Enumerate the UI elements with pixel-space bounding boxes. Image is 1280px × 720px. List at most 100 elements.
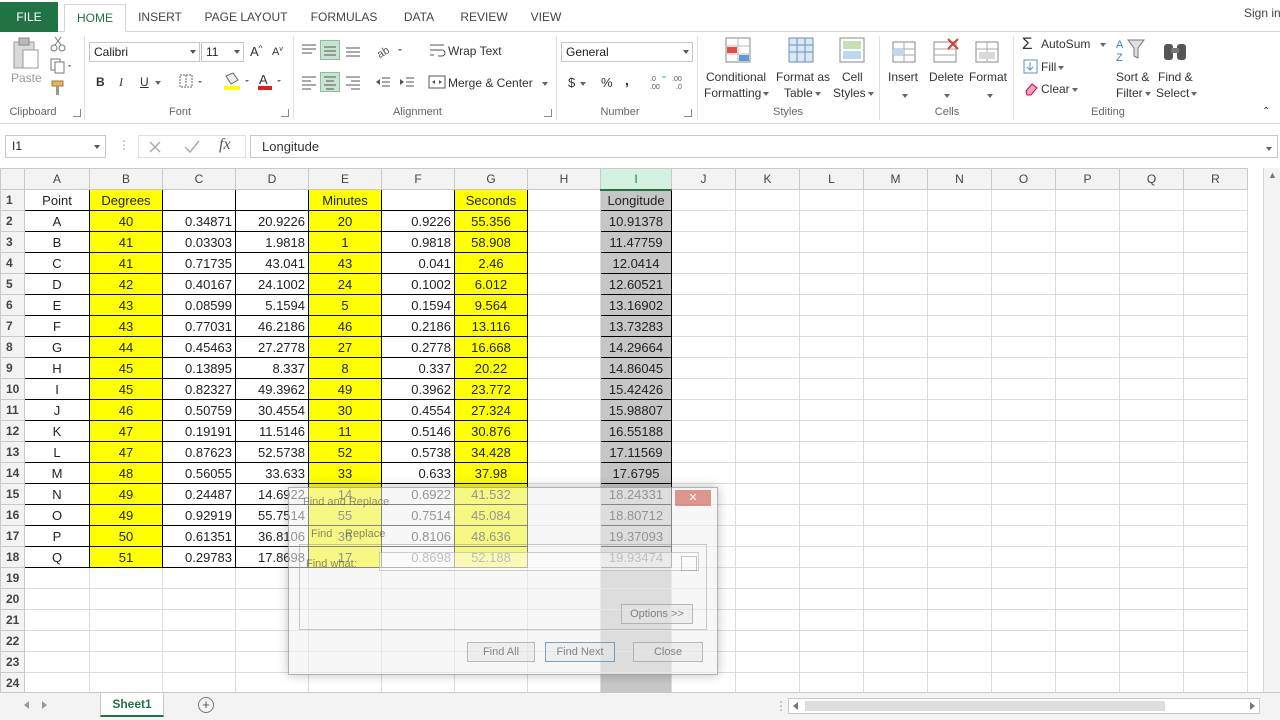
- cell-b14[interactable]: 48: [89, 462, 163, 484]
- cell-o23[interactable]: [991, 651, 1056, 673]
- cell-q12[interactable]: [1119, 420, 1184, 442]
- clear-button[interactable]: Clear: [1041, 82, 1078, 96]
- cell-l8[interactable]: [799, 336, 864, 358]
- cell-d5[interactable]: 24.1002: [235, 273, 309, 295]
- cell-m7[interactable]: [863, 315, 928, 337]
- fill-button[interactable]: Fill: [1041, 60, 1065, 74]
- cell-p8[interactable]: [1055, 336, 1120, 358]
- font-size-select[interactable]: 11: [201, 42, 244, 62]
- cell-styles-icon[interactable]: [838, 36, 868, 66]
- sheet-tab-sheet1[interactable]: Sheet1: [100, 693, 164, 717]
- cell-m5[interactable]: [863, 273, 928, 295]
- cell-q15[interactable]: [1119, 483, 1184, 505]
- cell-a23[interactable]: [24, 651, 90, 673]
- cell-c19[interactable]: [162, 567, 236, 589]
- scroll-right-icon[interactable]: [1250, 702, 1255, 710]
- cell-c4[interactable]: 0.71735: [162, 252, 236, 274]
- cell-r10[interactable]: [1183, 378, 1248, 400]
- cell-q3[interactable]: [1119, 231, 1184, 253]
- cell-m23[interactable]: [863, 651, 928, 673]
- cell-r16[interactable]: [1183, 504, 1248, 526]
- cell-p10[interactable]: [1055, 378, 1120, 400]
- cell-b9[interactable]: 45: [89, 357, 163, 379]
- dialog-tab-find[interactable]: Find: [311, 528, 332, 540]
- cell-o11[interactable]: [991, 399, 1056, 421]
- column-header-g[interactable]: G: [454, 168, 528, 190]
- cell-a18[interactable]: Q: [24, 546, 90, 568]
- column-header-c[interactable]: C: [162, 168, 236, 190]
- cell-c5[interactable]: 0.40167: [162, 273, 236, 295]
- cell-d9[interactable]: 8.337: [235, 357, 309, 379]
- cell-f4[interactable]: 0.041: [381, 252, 455, 274]
- cell-q23[interactable]: [1119, 651, 1184, 673]
- increase-decimal-icon[interactable]: .0.00: [650, 74, 668, 90]
- cell-j6[interactable]: [671, 294, 736, 316]
- cell-k2[interactable]: [735, 210, 800, 232]
- cell-b24[interactable]: [89, 672, 163, 692]
- cell-o19[interactable]: [991, 567, 1056, 589]
- cell-o20[interactable]: [991, 588, 1056, 610]
- autosum-icon[interactable]: Σ: [1022, 34, 1033, 54]
- cell-j7[interactable]: [671, 315, 736, 337]
- cell-r12[interactable]: [1183, 420, 1248, 442]
- cell-e24[interactable]: [308, 672, 382, 692]
- cell-p6[interactable]: [1055, 294, 1120, 316]
- format-as-table-label-1[interactable]: Format as: [776, 70, 830, 84]
- cell-e8[interactable]: 27: [308, 336, 382, 358]
- align-middle-button[interactable]: [320, 40, 340, 60]
- cell-o15[interactable]: [991, 483, 1056, 505]
- cancel-entry-icon[interactable]: [147, 139, 163, 155]
- cell-p16[interactable]: [1055, 504, 1120, 526]
- cell-q20[interactable]: [1119, 588, 1184, 610]
- cell-j4[interactable]: [671, 252, 736, 274]
- underline-dropdown-icon[interactable]: [153, 75, 161, 89]
- cell-o9[interactable]: [991, 357, 1056, 379]
- find-next-button[interactable]: Find Next: [545, 642, 615, 662]
- cell-k24[interactable]: [735, 672, 800, 692]
- row-header[interactable]: 2: [0, 210, 25, 232]
- cell-r9[interactable]: [1183, 357, 1248, 379]
- cell-n13[interactable]: [927, 441, 992, 463]
- cell-r11[interactable]: [1183, 399, 1248, 421]
- cell-q14[interactable]: [1119, 462, 1184, 484]
- cell-l24[interactable]: [799, 672, 864, 692]
- cell-m4[interactable]: [863, 252, 928, 274]
- cell-r6[interactable]: [1183, 294, 1248, 316]
- cell-a2[interactable]: A: [24, 210, 90, 232]
- cell-a22[interactable]: [24, 630, 90, 652]
- cell-o2[interactable]: [991, 210, 1056, 232]
- cell-a3[interactable]: B: [24, 231, 90, 253]
- cell-d14[interactable]: 33.633: [235, 462, 309, 484]
- column-header-d[interactable]: D: [235, 168, 309, 190]
- cell-l1[interactable]: [799, 189, 864, 211]
- cell-o5[interactable]: [991, 273, 1056, 295]
- tab-file[interactable]: FILE: [0, 2, 58, 32]
- cell-p23[interactable]: [1055, 651, 1120, 673]
- bold-button[interactable]: B: [96, 75, 105, 89]
- cell-n2[interactable]: [927, 210, 992, 232]
- cell-k12[interactable]: [735, 420, 800, 442]
- cell-p13[interactable]: [1055, 441, 1120, 463]
- cell-e14[interactable]: 33: [308, 462, 382, 484]
- insert-function-button[interactable]: fx: [219, 136, 231, 154]
- insert-cells-icon[interactable]: [891, 36, 919, 66]
- cell-f11[interactable]: 0.4554: [381, 399, 455, 421]
- cell-m18[interactable]: [863, 546, 928, 568]
- fill-color-icon[interactable]: [222, 72, 252, 92]
- wrap-text-icon[interactable]: [428, 42, 446, 58]
- cell-c15[interactable]: 0.24487: [162, 483, 236, 505]
- cell-c7[interactable]: 0.77031: [162, 315, 236, 337]
- cell-l22[interactable]: [799, 630, 864, 652]
- format-cells-button[interactable]: Format: [969, 70, 1007, 84]
- cell-o12[interactable]: [991, 420, 1056, 442]
- cell-c13[interactable]: 0.87623: [162, 441, 236, 463]
- cell-o16[interactable]: [991, 504, 1056, 526]
- row-header[interactable]: 8: [0, 336, 25, 358]
- cell-e9[interactable]: 8: [308, 357, 382, 379]
- tab-insert[interactable]: INSERT: [130, 4, 190, 32]
- format-cells-dropdown-icon[interactable]: [985, 88, 993, 102]
- row-header[interactable]: 7: [0, 315, 25, 337]
- cell-n8[interactable]: [927, 336, 992, 358]
- cell-i3[interactable]: 11.47759: [600, 231, 672, 253]
- cell-c9[interactable]: 0.13895: [162, 357, 236, 379]
